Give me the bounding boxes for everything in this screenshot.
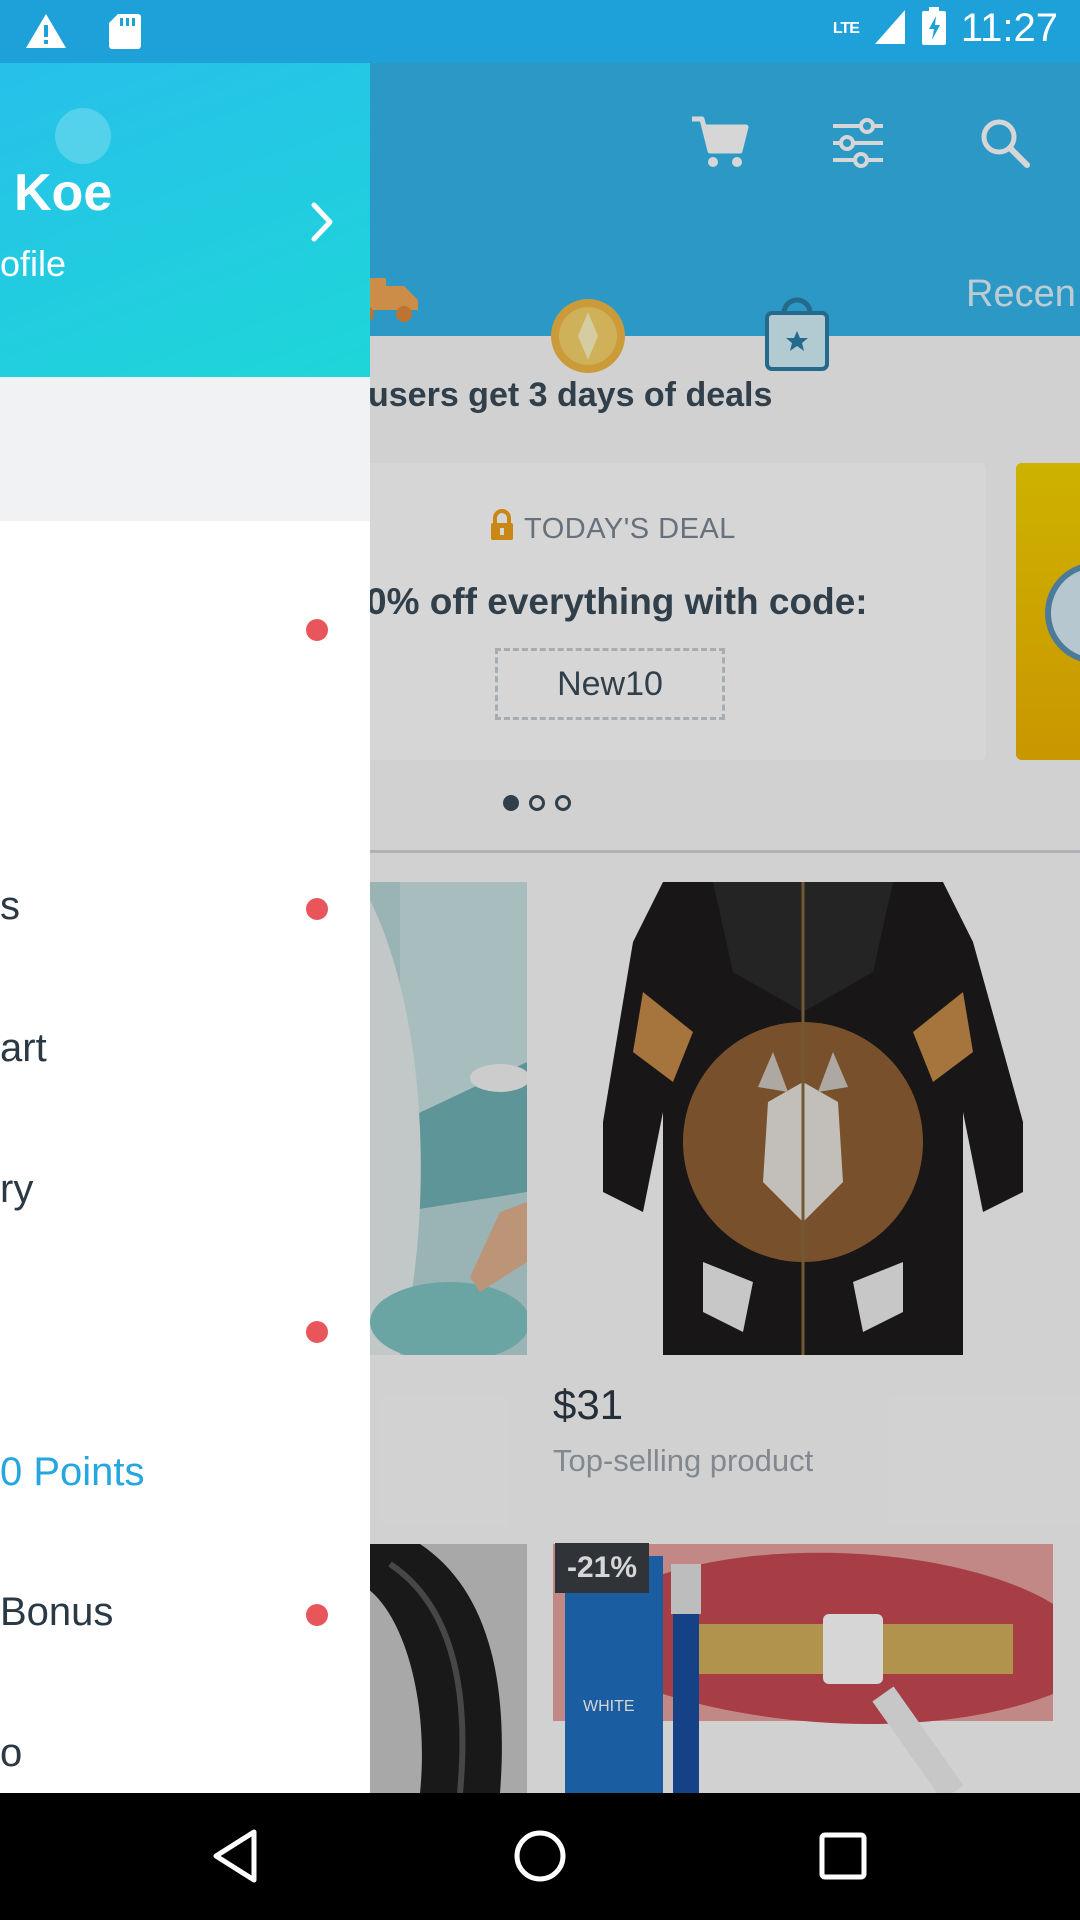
drawer-item-label: Bonus [0, 1590, 114, 1634]
notification-dot [306, 619, 328, 641]
system-nav-bar [0, 1793, 1080, 1920]
status-bar: LTE 11:27 [0, 0, 1080, 63]
drawer-item-bonus[interactable]: Bonus [0, 1576, 370, 1656]
navigation-drawer: Koe ofile s art ry 0 Points Bonus o [0, 63, 370, 1793]
drawer-header[interactable]: Koe ofile [0, 63, 370, 377]
clock: 11:27 [960, 6, 1058, 50]
network-type: LTE [832, 19, 860, 37]
drawer-item-2[interactable]: s [0, 870, 370, 950]
drawer-item-5[interactable] [0, 1293, 370, 1373]
drawer-item-label: o [0, 1731, 23, 1775]
home-icon[interactable] [505, 1821, 575, 1891]
notification-dot [306, 1604, 328, 1626]
drawer-item-points[interactable]: 0 Points [0, 1436, 370, 1516]
drawer-section-band [0, 377, 370, 521]
drawer-item-cart[interactable]: art [0, 1012, 370, 1092]
notification-dot [306, 898, 328, 920]
chevron-right-icon[interactable] [302, 197, 342, 247]
battery-charging-icon [921, 6, 947, 51]
drawer-item-label: art [0, 1026, 47, 1070]
drawer-item-1[interactable] [0, 591, 370, 671]
user-name: Koe [14, 164, 113, 222]
view-profile-link[interactable]: ofile [0, 243, 66, 285]
back-icon[interactable] [200, 1821, 270, 1891]
signal-icon [873, 6, 907, 51]
drawer-item-label: s [0, 884, 20, 928]
drawer-item-8[interactable]: o [0, 1717, 370, 1793]
notification-dot [306, 1321, 328, 1343]
warning-icon [24, 12, 68, 55]
drawer-item-label: ry [0, 1167, 34, 1211]
drawer-item-label: 0 Points [0, 1450, 145, 1494]
avatar[interactable] [55, 108, 111, 164]
drawer-item-history[interactable]: ry [0, 1153, 370, 1233]
recents-icon[interactable] [808, 1821, 878, 1891]
sd-card-icon [108, 12, 142, 55]
